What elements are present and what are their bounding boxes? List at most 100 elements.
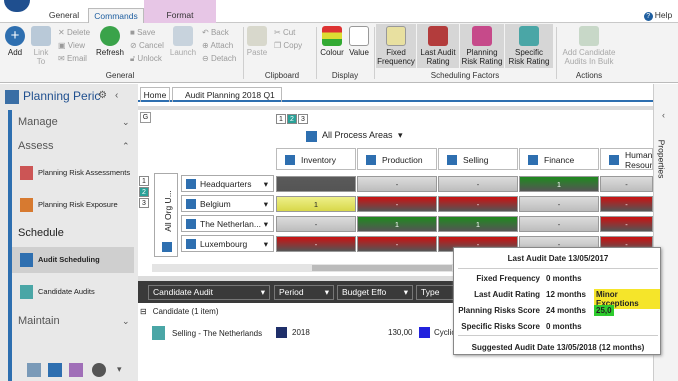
link-to-label: Link To (33, 48, 49, 66)
row-level-1[interactable]: 1 (139, 176, 149, 186)
process-root-label: All Process Areas (322, 130, 393, 140)
collapse-pane-icon[interactable]: ‹ (115, 90, 118, 101)
column-header-selling[interactable]: Selling (438, 148, 518, 170)
help-button[interactable]: ? Help (640, 8, 676, 23)
grid-cell[interactable]: 1 (519, 176, 599, 192)
chevron-down-icon[interactable]: ⌄ (122, 117, 130, 128)
save-button[interactable]: ■ Save (130, 28, 155, 38)
add-button[interactable]: + Add (4, 26, 26, 57)
cut-button[interactable]: ✂ Cut (274, 28, 295, 38)
help-label: Help (654, 10, 673, 20)
nav-item-planning-risk-assessments[interactable]: Planning Risk Assessments (12, 160, 134, 186)
last-audit-rating-button[interactable]: Last Audit Rating (417, 26, 459, 66)
grid-cell[interactable]: - (600, 196, 653, 212)
app-logo-icon[interactable] (4, 0, 30, 12)
cancel-button[interactable]: ⊘ Cancel (130, 41, 164, 51)
tab-commands[interactable]: Commands (88, 8, 144, 23)
doc-tab-home[interactable]: Home (140, 87, 170, 102)
grid-cell[interactable]: - (600, 176, 653, 192)
column-header-candidate-audit[interactable]: Candidate Audit ▾ (148, 285, 270, 300)
row-level-3[interactable]: 3 (139, 198, 149, 208)
grid-cell[interactable]: 1 (438, 216, 518, 232)
grid-cell[interactable]: - (519, 196, 599, 212)
org-row-header[interactable]: The Netherlan... ▾ (181, 215, 274, 232)
schedule-icon[interactable] (48, 363, 62, 377)
grid-cell[interactable]: - (438, 196, 518, 212)
ribbon: + Add Link To ✕ Delete ▣ View ✉ Email Ref… (0, 23, 678, 83)
value-button[interactable]: Value (346, 26, 372, 57)
collapse-group-icon[interactable]: ⊟ (140, 307, 147, 316)
value-icon (349, 26, 369, 46)
tab-general[interactable]: General (40, 8, 88, 23)
collapse-right-icon[interactable]: ‹ (662, 110, 665, 120)
doc-tab-audit-planning[interactable]: Audit Planning 2018 Q1 (172, 87, 282, 102)
settings-icon[interactable] (27, 363, 41, 377)
column-label: Finance (544, 155, 575, 165)
col-level-2[interactable]: 2 (287, 114, 297, 124)
attach-button[interactable]: ⊕ Attach (202, 41, 233, 51)
scrollbar-thumb[interactable] (312, 265, 452, 271)
specific-risk-rating-button[interactable]: Specific Risk Rating (505, 26, 553, 66)
column-header-human-resources[interactable]: Human Resour (600, 148, 653, 170)
detach-button[interactable]: ⊖ Detach (202, 54, 236, 64)
group-row[interactable]: ⊟ Candidate (1 item) (140, 307, 460, 320)
column-header-production[interactable]: Production (357, 148, 437, 170)
nav-section-schedule[interactable]: Schedule (18, 227, 64, 239)
row-level-2[interactable]: 2 (139, 187, 149, 197)
grid-icon[interactable] (69, 363, 83, 377)
user-icon[interactable] (92, 363, 106, 377)
grid-cell[interactable]: - (357, 236, 437, 252)
launch-button[interactable]: Launch (168, 26, 198, 57)
refresh-button[interactable]: Refresh (95, 26, 125, 57)
grid-cell[interactable]: - (519, 216, 599, 232)
chevron-up-icon[interactable]: ⌃ (122, 141, 130, 152)
nav-section-manage[interactable]: Manage (18, 116, 58, 128)
view-button[interactable]: ▣ View (58, 41, 85, 51)
chevron-down-icon[interactable]: ⌄ (122, 316, 130, 327)
delete-button[interactable]: ✕ Delete (58, 28, 90, 38)
grid-cell[interactable] (276, 176, 356, 192)
grid-cell[interactable]: 1 (357, 216, 437, 232)
org-row-header[interactable]: Belgium ▾ (181, 195, 274, 212)
colour-button[interactable]: Colour (318, 26, 346, 57)
email-button[interactable]: ✉ Email (58, 54, 87, 64)
grid-cell[interactable]: - (357, 196, 437, 212)
org-root[interactable]: All Org U... (154, 173, 178, 257)
more-icon[interactable]: ▾ (117, 364, 122, 375)
nav-section-assess[interactable]: Assess (18, 140, 53, 152)
grid-corner-icon[interactable]: G (140, 112, 151, 123)
grid-cell[interactable]: - (600, 216, 653, 232)
back-button[interactable]: ↶ Back (202, 28, 229, 38)
column-header-type[interactable]: Type (416, 285, 456, 300)
planning-risk-rating-button[interactable]: Planning Risk Rating (460, 26, 504, 66)
paste-button[interactable]: Paste (246, 26, 268, 57)
cancel-label: Cancel (138, 41, 164, 50)
list-row[interactable]: Selling - The Netherlands 2018 130,00 Cy… (138, 323, 458, 345)
column-header-period[interactable]: Period ▾ (274, 285, 334, 300)
process-root[interactable]: All Process Areas ▾ (306, 130, 426, 144)
nav-section-maintain[interactable]: Maintain (18, 315, 60, 327)
unlock-button[interactable]: 🔓︎ Unlock (130, 54, 162, 64)
column-header-budget[interactable]: Budget Effo ▾ (337, 285, 413, 300)
tab-format[interactable]: Format (144, 8, 216, 23)
copy-button[interactable]: ❐ Copy (274, 41, 302, 51)
org-row-header[interactable]: Headquarters ▾ (181, 175, 274, 192)
col-level-1[interactable]: 1 (276, 114, 286, 124)
nav-item-audit-scheduling[interactable]: Audit Scheduling (12, 247, 134, 273)
grid-cell[interactable]: 1 (276, 196, 356, 212)
fixed-frequency-button[interactable]: Fixed Frequency (376, 26, 416, 66)
grid-cell[interactable]: - (276, 236, 356, 252)
add-candidate-audits-button[interactable]: Add Candidate Audits In Bulk (558, 26, 620, 66)
org-row-header[interactable]: Luxembourg ▾ (181, 235, 274, 252)
grid-cell[interactable]: - (438, 176, 518, 192)
gear-icon[interactable]: ⚙ (98, 90, 107, 101)
grid-cell[interactable]: - (276, 216, 356, 232)
grid-cell[interactable]: - (357, 176, 437, 192)
column-header-inventory[interactable]: Inventory (276, 148, 356, 170)
nav-item-planning-risk-exposure[interactable]: Planning Risk Exposure (12, 192, 134, 218)
col-level-3[interactable]: 3 (298, 114, 308, 124)
splitter-handle[interactable] (138, 106, 653, 110)
nav-item-candidate-audits[interactable]: Candidate Audits (12, 279, 134, 305)
column-header-finance[interactable]: Finance (519, 148, 599, 170)
link-to-button[interactable]: Link To (30, 26, 52, 66)
